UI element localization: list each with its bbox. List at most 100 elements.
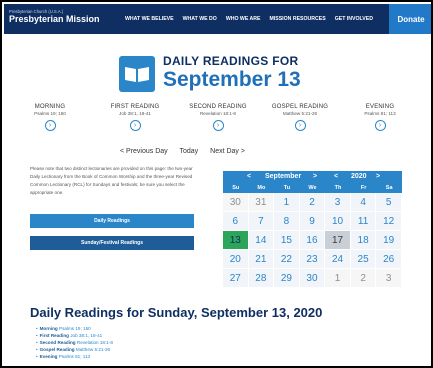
calendar-day[interactable]: 10: [325, 212, 351, 231]
calendar-day[interactable]: 7: [248, 212, 275, 231]
nav-get-involved[interactable]: GET INVOLVED: [335, 16, 373, 22]
reading-label: FIRST READING: [110, 104, 160, 110]
prev-year-button[interactable]: <: [334, 173, 338, 180]
calendar-day[interactable]: 27: [223, 269, 249, 288]
nav-what-we-do[interactable]: WHAT WE DO: [183, 16, 217, 22]
calendar-day[interactable]: 4: [350, 193, 377, 212]
reading-gospel: GOSPEL READING Matthew 5:21-26 ›: [260, 104, 340, 131]
reading-label: MORNING: [34, 104, 66, 110]
reading-ref: Revelation 18:1-8: [199, 111, 236, 116]
calendar-day[interactable]: 8: [274, 212, 300, 231]
previous-day-link[interactable]: < Previous Day: [120, 148, 168, 155]
daily-readings-button[interactable]: Daily Readings: [30, 214, 194, 228]
page-title-block: DAILY READINGS FOR September 13: [119, 50, 319, 98]
calendar-day[interactable]: 14: [248, 231, 275, 250]
list-item-ref: Psalms 19; 150: [59, 326, 91, 331]
calendar-day[interactable]: 1: [325, 269, 351, 288]
calendar-day[interactable]: 29: [274, 269, 300, 288]
lectionary-note: Please note that two distinct lectionari…: [30, 166, 193, 195]
reading-first: FIRST READING Job 38:1, 18-41 ›: [95, 104, 175, 131]
calendar-day[interactable]: 6: [223, 212, 249, 231]
today-link[interactable]: Today: [180, 148, 199, 155]
reading-label: GOSPEL READING: [271, 104, 329, 110]
calendar-day[interactable]: 21: [248, 250, 275, 269]
weekday-label: Tu: [283, 185, 291, 191]
calendar-day[interactable]: 22: [274, 250, 300, 269]
next-day-link[interactable]: Next Day >: [210, 148, 245, 155]
list-item[interactable]: • Morning Psalms 19; 150: [36, 325, 336, 332]
reading-first-button[interactable]: ›: [129, 120, 141, 131]
calendar-day[interactable]: 12: [376, 212, 402, 231]
reading-ref: Psalms 81; 113: [364, 111, 396, 116]
calendar-day[interactable]: 1: [274, 193, 300, 212]
nav-who-we-are[interactable]: WHO WE ARE: [226, 16, 261, 22]
list-item[interactable]: • Evening Psalms 81; 113: [36, 353, 336, 360]
reading-evening-button[interactable]: ›: [374, 120, 386, 131]
calendar-day[interactable]: 17: [325, 231, 351, 250]
list-item[interactable]: • Gospel Reading Matthew 5:21-26: [36, 346, 336, 353]
site-header: Presbyterian Church (U.S.A.) Presbyteria…: [4, 4, 431, 34]
list-item-ref: Psalms 81; 113: [58, 354, 91, 359]
list-item-ref: Matthew 5:21-26: [75, 347, 111, 352]
calendar-month: September: [265, 173, 302, 180]
donate-button[interactable]: Donate: [389, 4, 431, 34]
next-month-button[interactable]: >: [313, 173, 317, 180]
calendar-day[interactable]: 20: [223, 250, 249, 269]
reading-label: EVENING: [365, 104, 395, 110]
calendar-year: 2020: [351, 173, 367, 180]
calendar-day[interactable]: 2: [350, 269, 377, 288]
bullet-icon: •: [36, 347, 38, 352]
calendar-day[interactable]: 25: [350, 250, 377, 269]
calendar-day[interactable]: 15: [274, 231, 300, 250]
chevron-right-icon: ›: [298, 122, 302, 129]
calendar-day[interactable]: 13: [223, 231, 249, 250]
chevron-right-icon: ›: [48, 122, 52, 129]
list-item-label: Gospel Reading: [39, 347, 75, 352]
page-title-date: September 13: [163, 68, 301, 91]
weekday-label: Fr: [360, 185, 367, 191]
calendar-day[interactable]: 28: [248, 269, 275, 288]
calendar-day[interactable]: 19: [376, 231, 402, 250]
calendar-day[interactable]: 16: [299, 231, 326, 250]
list-item-label: Morning: [39, 326, 58, 331]
sunday-festival-readings-button[interactable]: Sunday/Festival Readings: [30, 236, 194, 250]
bullet-icon: •: [36, 340, 38, 345]
list-item[interactable]: • First Reading Job 38:1, 18-41: [36, 332, 336, 339]
chevron-right-icon: ›: [133, 122, 137, 129]
calendar-day[interactable]: 9: [299, 212, 326, 231]
calendar-grid: 30 31 1 2 3 4 5 6 7 8 9 10 11 12 13 14 15 16 17 18 19 20 21 22 2…: [223, 193, 402, 288]
calendar-day[interactable]: 5: [376, 193, 402, 212]
calendar-day[interactable]: 18: [350, 231, 377, 250]
calendar-day[interactable]: 31: [248, 193, 275, 212]
calendar-day[interactable]: 11: [350, 212, 377, 231]
calendar-day[interactable]: 3: [325, 193, 351, 212]
readings-list: • Morning Psalms 19; 150 • First Reading J…: [36, 325, 336, 360]
reading-ref: Psalms 19; 150: [34, 111, 66, 116]
calendar-day[interactable]: 2: [299, 193, 326, 212]
list-item-label: Evening: [39, 354, 58, 359]
calendar-day[interactable]: 30: [299, 269, 326, 288]
list-item[interactable]: • Second Reading Revelation 18:1-8: [36, 339, 336, 346]
section-title: Daily Readings for Sunday, September 13,…: [30, 305, 323, 320]
day-navigation: < Previous Day Today Next Day >: [120, 148, 360, 155]
calendar-day[interactable]: 30: [223, 193, 249, 212]
calendar: < September > < 2020 > Su Mo Tu We Th Fr…: [223, 171, 402, 288]
calendar-day[interactable]: 24: [325, 250, 351, 269]
site-logo[interactable]: Presbyterian Church (U.S.A.) Presbyteria…: [9, 9, 100, 25]
reading-gospel-button[interactable]: ›: [294, 120, 306, 131]
bullet-icon: •: [36, 354, 38, 359]
reading-morning-button[interactable]: ›: [44, 120, 56, 131]
nav-mission-resources[interactable]: MISSION RESOURCES: [270, 16, 326, 22]
weekday-label: We: [308, 185, 317, 191]
reading-second-button[interactable]: ›: [212, 120, 224, 131]
prev-month-button[interactable]: <: [247, 173, 251, 180]
next-year-button[interactable]: >: [376, 173, 380, 180]
calendar-day[interactable]: 3: [376, 269, 402, 288]
calendar-header: < September > < 2020 >: [223, 171, 402, 183]
calendar-day[interactable]: 23: [299, 250, 326, 269]
bullet-icon: •: [36, 333, 38, 338]
list-item-label: Second Reading: [39, 340, 76, 345]
reading-evening: EVENING Psalms 81; 113 ›: [340, 104, 420, 131]
nav-what-we-believe[interactable]: WHAT WE BELIEVE: [125, 16, 174, 22]
calendar-day[interactable]: 26: [376, 250, 402, 269]
